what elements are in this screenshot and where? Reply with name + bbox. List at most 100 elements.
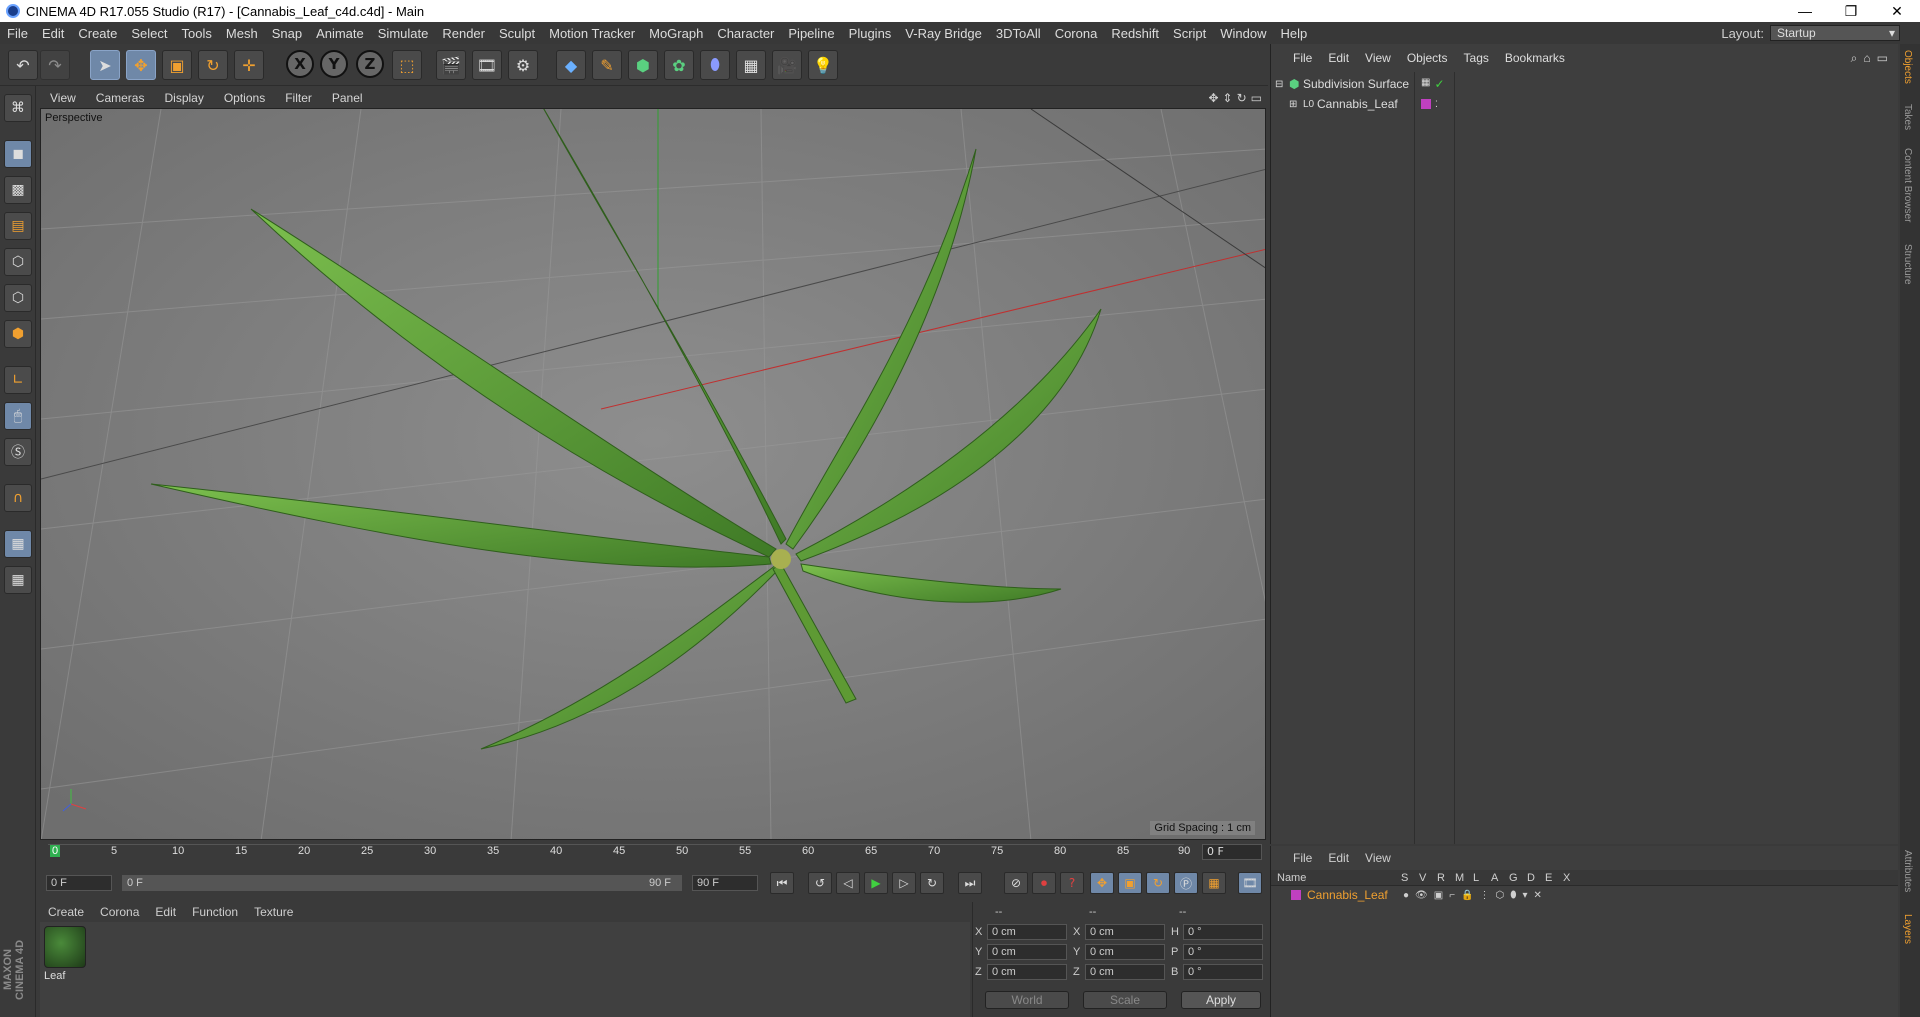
prev-frame-button[interactable]: ◁ [836,872,860,894]
go-to-end-button[interactable]: ⏭ [958,872,982,894]
zoom-view-icon[interactable]: ⇕ [1223,91,1233,105]
visibility-dots-icon[interactable]: ⁚ [1435,99,1438,110]
viewport-menu-cameras[interactable]: Cameras [86,91,155,105]
deformer-button[interactable]: ⬮ [700,50,730,80]
render-icon[interactable]: ▣ [1434,890,1443,901]
menu-plugins[interactable]: Plugins [842,26,899,41]
collapse-icon[interactable]: ⊟ [1275,79,1289,90]
camera-button[interactable]: 🎥 [772,50,802,80]
menu-window[interactable]: Window [1213,26,1273,41]
menu-simulate[interactable]: Simulate [371,26,436,41]
lock-icon[interactable]: 🔒 [1461,890,1473,901]
viewport-menu-display[interactable]: Display [154,91,213,105]
material-menu-create[interactable]: Create [40,905,92,919]
deformer-icon[interactable]: ⬮ [1510,890,1516,901]
key-pla-button[interactable]: ▦ [1202,872,1226,894]
viewport-menu-options[interactable]: Options [214,91,275,105]
solo-dot-icon[interactable]: ● [1403,890,1409,901]
tab-objects[interactable]: Objects [1902,50,1913,84]
next-frame-button[interactable]: ▷ [892,872,916,894]
recent-tool-button[interactable]: ✛ [234,50,264,80]
layer-menu-edit[interactable]: Edit [1320,851,1357,865]
axis-mode-button[interactable]: ∟ [4,366,32,394]
size-x-field[interactable]: 0 cm [1085,924,1165,940]
prev-key-button[interactable]: ↺ [808,872,832,894]
expression-icon[interactable]: ▾ [1523,890,1528,901]
tab-structure[interactable]: Structure [1902,244,1913,285]
object-menu-file[interactable]: File [1285,51,1320,65]
key-position-button[interactable]: ✥ [1090,872,1114,894]
light-button[interactable]: 💡 [808,50,838,80]
timeline-window-button[interactable]: 🎞 [1238,872,1262,894]
z-axis-button[interactable]: Z [356,50,384,78]
eye-icon[interactable]: 👁 [1415,890,1428,901]
grid-snap-button[interactable]: ▦ [4,566,32,594]
object-row-cannabis-leaf[interactable]: ⊞ L0 Cannabis_Leaf ⁚ [1275,94,1895,114]
apply-button[interactable]: Apply [1181,991,1261,1009]
home-icon[interactable]: ⌂ [1863,51,1870,66]
move-tool-button[interactable]: ✥ [126,50,156,80]
layer-row[interactable]: Cannabis_Leaf ● 👁 ▣ ⌐ 🔒 ⋮ ⬡ ⬮ ▾ ✕ [1271,886,1898,904]
layer-color-tag[interactable] [1421,98,1431,109]
menu-redshift[interactable]: Redshift [1104,26,1166,41]
undo-button[interactable]: ↶ [8,50,38,80]
layer-menu-view[interactable]: View [1357,851,1399,865]
layer-menu-file[interactable]: File [1285,851,1320,865]
rotation-h-field[interactable]: 0 ° [1183,924,1263,940]
subdivision-surface-button[interactable]: ⬢ [628,50,658,80]
menu-pipeline[interactable]: Pipeline [781,26,841,41]
minimize-button[interactable]: — [1782,3,1828,20]
go-to-start-button[interactable]: ⏮ [770,872,794,894]
object-menu-bookmarks[interactable]: Bookmarks [1497,51,1573,65]
orbit-view-icon[interactable]: ↻ [1237,91,1247,105]
menu-corona[interactable]: Corona [1048,26,1105,41]
menu-sculpt[interactable]: Sculpt [492,26,542,41]
start-frame-field[interactable]: 0 F [46,875,112,891]
maximize-view-icon[interactable]: ▭ [1251,91,1262,105]
tab-content-browser[interactable]: Content Browser [1902,148,1913,222]
generator-icon[interactable]: ⬡ [1496,890,1505,901]
object-menu-objects[interactable]: Objects [1399,51,1456,65]
edges-mode-button[interactable]: ⬡ [4,284,32,312]
workplane-mode-button[interactable]: ▤ [4,212,32,240]
key-rotation-button[interactable]: ↻ [1146,872,1170,894]
menu-create[interactable]: Create [71,26,124,41]
timeline-track[interactable]: 0 5 10 15 20 25 30 35 40 45 50 55 60 65 … [48,844,1190,862]
menu-script[interactable]: Script [1166,26,1213,41]
timeline-ruler[interactable]: 0 5 10 15 20 25 30 35 40 45 50 55 60 65 … [40,842,1266,864]
visibility-icon[interactable]: ▦ [1421,77,1430,91]
snap-button[interactable]: Ⓢ [4,438,32,466]
menu-file[interactable]: File [0,26,35,41]
viewport-menu-panel[interactable]: Panel [322,91,373,105]
points-mode-button[interactable]: ⬡ [4,248,32,276]
menu-animate[interactable]: Animate [309,26,371,41]
menu-motion-tracker[interactable]: Motion Tracker [542,26,642,41]
tab-takes[interactable]: Takes [1902,104,1913,130]
record-keys-button[interactable]: ⊘ [1004,872,1028,894]
make-editable-button[interactable]: ⌘ [4,94,32,122]
manager-icon[interactable]: ⌐ [1449,890,1455,901]
rotate-tool-button[interactable]: ↻ [198,50,228,80]
model-mode-button[interactable]: ◼ [4,140,32,168]
leaf-material-swatch[interactable] [44,926,86,968]
object-menu-tags[interactable]: Tags [1456,51,1497,65]
pen-spline-button[interactable]: ✎ [592,50,622,80]
frame-range-slider[interactable]: 0 F 90 F [122,875,682,891]
scale-dropdown[interactable]: Scale [1083,991,1167,1009]
scale-tool-button[interactable]: ▣ [162,50,192,80]
menu-snap[interactable]: Snap [265,26,309,41]
size-y-field[interactable]: 0 cm [1085,944,1165,960]
play-button[interactable]: ▶ [864,872,888,894]
close-button[interactable]: ✕ [1874,3,1920,20]
menu-tools[interactable]: Tools [175,26,219,41]
expand-icon[interactable]: ⊞ [1289,99,1303,110]
restore-button[interactable]: ❐ [1828,3,1874,20]
cube-button[interactable]: ◆ [556,50,586,80]
menu-edit[interactable]: Edit [35,26,71,41]
material-menu-edit[interactable]: Edit [147,905,184,919]
render-picture-viewer-button[interactable]: 🎞 [472,50,502,80]
menu-select[interactable]: Select [124,26,174,41]
y-axis-button[interactable]: Y [320,50,348,78]
size-z-field[interactable]: 0 cm [1085,964,1165,980]
rotation-b-field[interactable]: 0 ° [1183,964,1263,980]
